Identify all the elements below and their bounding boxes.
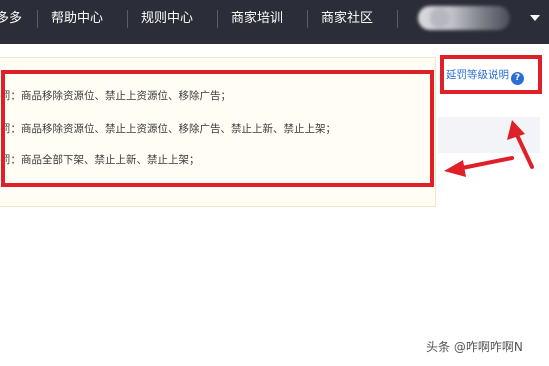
arrow-left-icon <box>444 156 514 177</box>
annotation-arrows <box>444 120 534 177</box>
watermark: 头条 @咋啊咋啊N <box>426 340 523 354</box>
